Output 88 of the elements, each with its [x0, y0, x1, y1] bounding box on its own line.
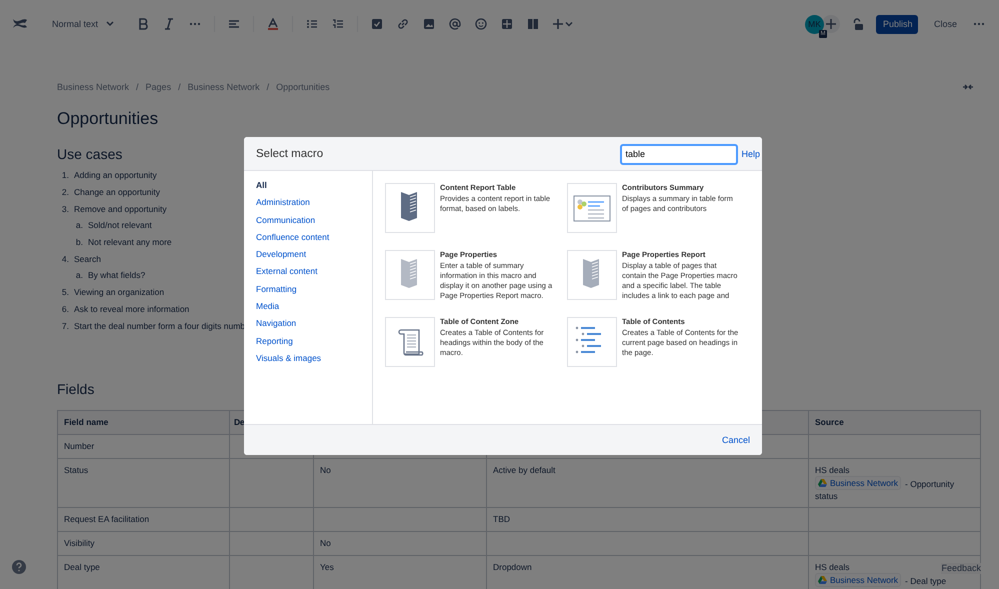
help-icon[interactable]: [12, 560, 26, 574]
source-text: HS deals: [815, 464, 850, 476]
publish-button[interactable]: Publish: [876, 14, 918, 34]
macro-thumbnail[interactable]: [385, 317, 435, 367]
breadcrumb-separator: /: [136, 82, 139, 92]
italic-icon[interactable]: [163, 18, 176, 30]
table-cell: Deal type: [58, 555, 230, 589]
list-item-text: Sold/not relevant: [88, 220, 152, 230]
list-marker: 6.: [60, 304, 69, 314]
list-marker: 4.: [60, 254, 69, 264]
search-field[interactable]: table: [620, 144, 738, 164]
list-marker: 2.: [60, 187, 69, 198]
breadcrumb-separator: /: [178, 82, 181, 92]
category-link[interactable]: External content: [256, 266, 372, 284]
category-link[interactable]: All: [256, 180, 372, 198]
source-description: Business Network - Deal type: [815, 572, 946, 587]
list-item-text: By what fields?: [88, 270, 146, 280]
category-link[interactable]: Reporting: [256, 336, 372, 353]
table-cell: TBD: [486, 507, 808, 532]
drive-icon: [818, 478, 827, 487]
image-icon[interactable]: [423, 18, 436, 30]
list-item-text: Change an opportunity: [74, 187, 160, 198]
section-heading: Fields: [57, 380, 94, 398]
category-link[interactable]: Communication: [256, 214, 372, 232]
category-link[interactable]: Development: [256, 249, 372, 266]
list-marker: 3.: [60, 204, 69, 214]
breadcrumb-separator: /: [266, 82, 270, 92]
list-marker: 7.: [60, 320, 69, 331]
table-cell: Active by default: [486, 458, 808, 508]
list-item-text: Not relevant any more: [88, 237, 172, 248]
list-marker: b.: [74, 237, 83, 248]
list-item-text: Adding an opportunity: [74, 170, 157, 180]
emoji-icon[interactable]: [475, 18, 488, 30]
more-icon[interactable]: [973, 22, 985, 26]
list-item-text: Viewing an organization: [74, 287, 164, 298]
numbered-list-icon[interactable]: [332, 18, 344, 30]
category-link[interactable]: Media: [256, 301, 372, 318]
list-item-text: Ask to reveal more information: [74, 304, 190, 314]
collapse-width-icon[interactable]: [962, 83, 974, 91]
table-cell: Visibility: [58, 531, 230, 556]
bullet-list-icon[interactable]: [306, 18, 318, 30]
category-link[interactable]: Confluence content: [256, 232, 372, 250]
source-description: Business Network - Opportunity status: [815, 476, 956, 502]
insert-menu-icon[interactable]: [553, 18, 574, 30]
category-link[interactable]: Administration: [256, 197, 372, 215]
add-collaborator-icon[interactable]: [822, 15, 840, 33]
mention-icon[interactable]: [449, 18, 462, 30]
dialog-title: Select macro: [256, 148, 324, 160]
list-marker: 5.: [60, 287, 69, 298]
cancel-button[interactable]: Cancel: [722, 435, 750, 445]
list-marker: a.: [74, 270, 83, 280]
category-link[interactable]: Navigation: [256, 318, 372, 336]
page-link[interactable]: Business Network: [815, 476, 902, 490]
category-link[interactable]: Visuals & images: [256, 352, 372, 370]
close-button[interactable]: Close: [934, 19, 957, 29]
bold-icon[interactable]: [137, 18, 150, 30]
list-marker: a.: [74, 220, 83, 230]
column-header: Field name: [58, 410, 230, 434]
source-text: HS deals: [815, 560, 850, 573]
macro-thumbnail[interactable]: [567, 250, 617, 300]
list-item-text: Remove and opportunity: [74, 204, 167, 214]
page-link[interactable]: Business Network: [815, 572, 902, 587]
table-cell: No: [314, 458, 486, 508]
table-cell: Number: [58, 434, 230, 458]
list-marker: 1.: [60, 170, 69, 180]
table-cell: Status: [58, 458, 230, 508]
text-color-icon[interactable]: [267, 18, 280, 30]
chevron-down-icon: [106, 21, 114, 27]
category-link[interactable]: Formatting: [256, 284, 372, 302]
macro-thumbnail[interactable]: [385, 183, 435, 233]
checkbox-icon[interactable]: [371, 18, 384, 30]
table-icon[interactable]: [501, 18, 514, 30]
page-title: Opportunities: [57, 109, 160, 129]
table-cell: Request EA facilitation: [58, 507, 230, 532]
table-cell: No: [314, 531, 486, 556]
macro-thumbnail[interactable]: [567, 317, 617, 367]
help-link[interactable]: Help: [741, 148, 760, 158]
align-icon[interactable]: [228, 18, 240, 30]
macro-thumbnail[interactable]: [385, 250, 435, 300]
link-icon[interactable]: [397, 18, 410, 30]
section-heading: Use cases: [57, 146, 122, 163]
unlocked-padlock-icon[interactable]: [852, 18, 864, 30]
drive-icon: [818, 576, 827, 584]
column-header: Source: [808, 410, 980, 434]
columns-icon[interactable]: [527, 18, 540, 30]
list-item-text: Search: [74, 254, 101, 264]
text-style-dropdown[interactable]: Normal text: [52, 19, 114, 29]
macro-thumbnail[interactable]: [567, 183, 617, 233]
